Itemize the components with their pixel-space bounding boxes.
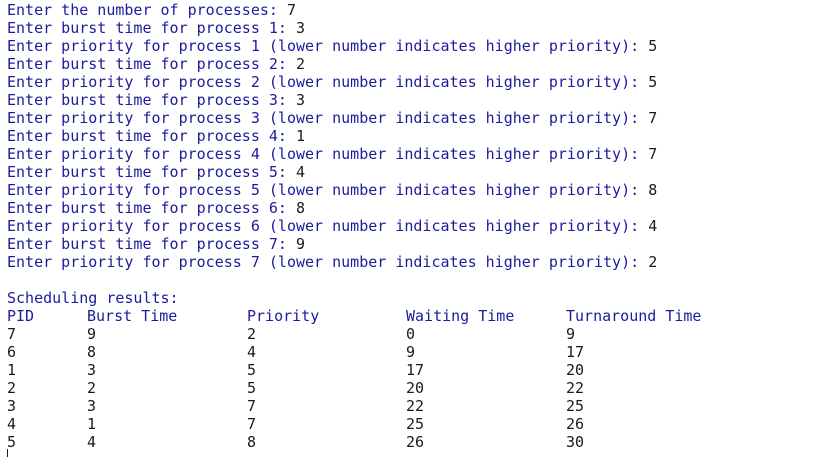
cell-pid: 3 (7, 397, 17, 415)
console-line: Enter priority for process 1 (lower numb… (7, 37, 822, 55)
prompt-text: Enter burst time for process 6: (7, 199, 296, 217)
header-waiting-time: Waiting Time (406, 307, 515, 325)
prompt-text: Enter priority for process 4 (lower numb… (7, 145, 649, 163)
cell-pid: 1 (7, 361, 17, 379)
cell-priority: 5 (247, 379, 257, 397)
input-value: 2 (648, 253, 658, 271)
input-section: Enter the number of processes: 7 Enter b… (7, 1, 822, 271)
cell-priority: 7 (247, 397, 257, 415)
input-value: 1 (295, 127, 306, 145)
console-line: Enter burst time for process 5: 4 (7, 163, 822, 181)
console-line: Enter priority for process 4 (lower numb… (7, 145, 822, 163)
cell-pid: 6 (7, 343, 17, 361)
table-header: PID Burst Time Priority Waiting Time Tur… (7, 307, 822, 325)
cell-priority: 7 (247, 415, 257, 433)
cell-turnaround-time: 26 (566, 415, 585, 433)
console-line: Enter priority for process 6 (lower numb… (7, 217, 822, 235)
cell-turnaround-time: 20 (566, 361, 585, 379)
input-value: 5 (648, 37, 658, 55)
input-value: 8 (648, 181, 658, 199)
input-value: 4 (648, 217, 658, 235)
cell-waiting-time: 17 (406, 361, 425, 379)
input-value: 9 (295, 235, 306, 253)
input-value: 3 (295, 19, 306, 37)
cell-burst-time: 3 (87, 397, 97, 415)
cell-waiting-time: 26 (406, 433, 425, 451)
table-row: 7 9 2 0 9 (7, 325, 822, 343)
table-row: 4 1 7 25 26 (7, 415, 822, 433)
table-row: 2 2 5 20 22 (7, 379, 822, 397)
console-line: Enter burst time for process 4: 1 (7, 127, 822, 145)
cell-waiting-time: 25 (406, 415, 425, 433)
cell-pid: 4 (7, 415, 17, 433)
cell-burst-time: 3 (87, 361, 97, 379)
console-line: Enter burst time for process 2: 2 (7, 55, 822, 73)
prompt-text: Enter burst time for process 1: (7, 19, 296, 37)
prompt-text: Enter the number of processes: (7, 1, 287, 19)
cell-burst-time: 2 (87, 379, 97, 397)
prompt-text: Enter burst time for process 3: (7, 91, 296, 109)
input-value: 4 (295, 163, 306, 181)
prompt-text: Enter priority for process 5 (lower numb… (7, 181, 649, 199)
prompt-text: Enter priority for process 2 (lower numb… (7, 73, 649, 91)
cell-turnaround-time: 17 (566, 343, 585, 361)
results-table: PID Burst Time Priority Waiting Time Tur… (7, 307, 822, 451)
cell-waiting-time: 0 (406, 325, 416, 343)
header-priority: Priority (247, 307, 320, 325)
prompt-text: Enter priority for process 6 (lower numb… (7, 217, 649, 235)
cell-priority: 8 (247, 433, 257, 451)
table-row: 5 4 8 26 30 (7, 433, 822, 451)
prompt-text: Enter burst time for process 2: (7, 55, 296, 73)
cell-turnaround-time: 9 (566, 325, 576, 343)
console-line: Enter burst time for process 3: 3 (7, 91, 822, 109)
prompt-text: Enter priority for process 7 (lower numb… (7, 253, 649, 271)
header-turnaround-time: Turnaround Time (566, 307, 702, 325)
console-line: Enter the number of processes: 7 (7, 1, 822, 19)
cell-priority: 4 (247, 343, 257, 361)
cell-pid: 2 (7, 379, 17, 397)
cell-burst-time: 4 (87, 433, 97, 451)
input-value: 7 (648, 109, 658, 127)
cell-priority: 5 (247, 361, 257, 379)
cell-waiting-time: 9 (406, 343, 416, 361)
input-value: 7 (648, 145, 658, 163)
input-value: 8 (295, 199, 306, 217)
table-row: 1 3 5 17 20 (7, 361, 822, 379)
console-line: Enter burst time for process 7: 9 (7, 235, 822, 253)
prompt-text: Enter priority for process 1 (lower numb… (7, 37, 649, 55)
input-value: 7 (286, 1, 296, 19)
console-line: Enter priority for process 7 (lower numb… (7, 253, 822, 271)
console-line: Enter priority for process 3 (lower numb… (7, 109, 822, 127)
prompt-text: Enter burst time for process 7: (7, 235, 296, 253)
table-row: 6 8 4 9 17 (7, 343, 822, 361)
cell-priority: 2 (247, 325, 257, 343)
cell-waiting-time: 20 (406, 379, 425, 397)
prompt-text: Enter burst time for process 5: (7, 163, 296, 181)
prompt-text: Enter priority for process 3 (lower numb… (7, 109, 649, 127)
table-row: 3 3 7 22 25 (7, 397, 822, 415)
cell-turnaround-time: 25 (566, 397, 585, 415)
cell-burst-time: 1 (87, 415, 97, 433)
console-line: Enter priority for process 2 (lower numb… (7, 73, 822, 91)
console-line: Enter priority for process 5 (lower numb… (7, 181, 822, 199)
cell-turnaround-time: 22 (566, 379, 585, 397)
console-line: Enter burst time for process 6: 8 (7, 199, 822, 217)
cell-burst-time: 8 (87, 343, 97, 361)
prompt-text: Enter burst time for process 4: (7, 127, 296, 145)
cell-turnaround-time: 30 (566, 433, 585, 451)
header-pid: PID (7, 307, 35, 325)
input-value: 2 (295, 55, 306, 73)
cell-waiting-time: 22 (406, 397, 425, 415)
results-title: Scheduling results: (7, 289, 179, 307)
cell-burst-time: 9 (87, 325, 97, 343)
input-value: 5 (648, 73, 658, 91)
cell-pid: 7 (7, 325, 17, 343)
input-value: 3 (295, 91, 306, 109)
console-line: Enter burst time for process 1: 3 (7, 19, 822, 37)
cell-pid: 5 (7, 433, 17, 451)
header-burst-time: Burst Time (87, 307, 178, 325)
text-cursor (7, 449, 8, 457)
console-output: Enter the number of processes: 7 Enter b… (7, 1, 822, 451)
